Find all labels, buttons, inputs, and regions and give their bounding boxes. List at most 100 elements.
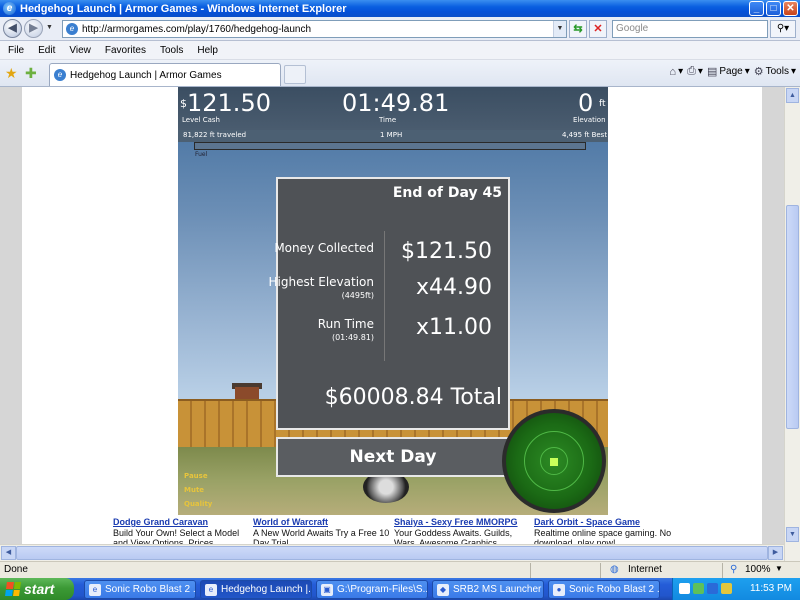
ie-icon: e [89, 583, 101, 596]
taskbar-item-srb2-2[interactable]: ● Sonic Robo Blast 2 ... [548, 580, 660, 599]
highest-elevation-label: Highest Elevation [268, 275, 374, 289]
page-menu-label: Page [719, 66, 743, 77]
pause-link[interactable]: Pause [184, 472, 208, 480]
search-icon[interactable]: ⚲▾ [770, 20, 796, 38]
scroll-up-icon[interactable]: ▲ [786, 88, 799, 103]
url-field[interactable]: e http://armorgames.com/play/1760/hedgeh… [62, 20, 567, 38]
game-hud: $ 121.50 Level Cash 01:49.81 Time 0 ft E… [178, 87, 608, 133]
time-label: Time [379, 116, 397, 124]
search-input[interactable]: Google [612, 20, 768, 38]
tray-icon[interactable] [693, 583, 704, 594]
ad-title[interactable]: Dark Orbit - Space Game [534, 517, 674, 528]
taskbar-item-srb2-1[interactable]: e Sonic Robo Blast 2 ... [84, 580, 196, 599]
print-button[interactable]: ⎙ ▾ [687, 65, 703, 78]
radar-blip [550, 458, 558, 466]
zoom-icon[interactable]: ⚲ [730, 564, 737, 575]
taskbar-item-folder[interactable]: ▣ G:\Program-Files\S... [316, 580, 428, 599]
tray-icon[interactable] [707, 583, 718, 594]
start-label: start [24, 581, 55, 597]
stop-icon[interactable]: ✕ [589, 20, 607, 38]
tools-menu-label: Tools [765, 66, 789, 77]
menu-favorites[interactable]: Favorites [105, 45, 153, 56]
horizontal-scroll-thumb[interactable] [16, 546, 768, 560]
taskbar: start e Sonic Robo Blast 2 ... e Hedgehog … [0, 578, 800, 600]
zoom-dropdown-icon[interactable]: ▼ [775, 564, 783, 573]
close-button[interactable]: ✕ [783, 1, 798, 16]
history-dropdown-icon[interactable]: ▼ [46, 24, 53, 31]
best-distance: 4,495 ft Best [562, 131, 608, 139]
level-cash-value: 121.50 [187, 89, 271, 117]
url-text: http://armorgames.com/play/1760/hedgehog… [82, 23, 312, 35]
new-tab-button[interactable] [284, 65, 306, 84]
ad-title[interactable]: Shaiya - Sexy Free MMORPG [394, 517, 534, 528]
maximize-button[interactable]: □ [766, 1, 781, 16]
menu-tools[interactable]: Tools [160, 45, 190, 56]
globe-icon: ◍ [610, 564, 619, 575]
game-canvas[interactable]: $ 121.50 Level Cash 01:49.81 Time 0 ft E… [178, 87, 608, 515]
vertical-scroll-thumb[interactable] [786, 205, 799, 429]
cash-sign: $ [180, 97, 187, 110]
page-menu-button[interactable]: ▤ Page ▾ [707, 65, 750, 78]
minimize-button[interactable]: _ [749, 1, 764, 16]
elevation-value: 0 [578, 89, 594, 117]
menu-view[interactable]: View [69, 45, 98, 56]
ad-title[interactable]: World of Warcraft [253, 517, 393, 528]
highest-elevation-value: x44.90 [415, 275, 492, 300]
add-favorite-icon[interactable]: ✚ [25, 65, 37, 82]
taskbar-label: Sonic Robo Blast 2 ... [569, 584, 660, 595]
windows-flag-icon [5, 582, 21, 596]
refresh-icon[interactable]: ⇆ [569, 20, 587, 38]
tray-icon[interactable] [721, 583, 732, 594]
status-divider [530, 563, 531, 578]
menu-help[interactable]: Help [197, 45, 225, 56]
scroll-down-icon[interactable]: ▼ [786, 527, 799, 542]
horizontal-scrollbar[interactable]: ◀ ▶ [0, 544, 784, 561]
taskbar-label: SRB2 MS Launcher [453, 584, 542, 595]
tab-favicon-icon: e [54, 69, 66, 81]
menu-file[interactable]: File [8, 45, 31, 56]
elevation-label: Elevation [573, 116, 606, 124]
taskbar-item-hedgehog[interactable]: e Hedgehog Launch |... [200, 580, 312, 599]
start-button[interactable]: start [0, 578, 74, 600]
highest-elevation-sub: (4495ft) [341, 291, 374, 300]
status-divider [722, 563, 723, 578]
app-icon: ◆ [437, 583, 449, 596]
url-dropdown-icon[interactable]: ▼ [553, 21, 566, 37]
fuel-bar [194, 142, 586, 150]
run-time-value: x11.00 [415, 315, 492, 340]
scroll-right-icon[interactable]: ▶ [768, 546, 783, 560]
home-button[interactable]: ⌂ ▾ [669, 66, 683, 78]
zoom-level[interactable]: 100% [745, 564, 771, 575]
panel-title: End of Day 45 [392, 185, 502, 201]
ad-title[interactable]: Dodge Grand Caravan [113, 517, 253, 528]
system-tray: 11:53 PM [672, 578, 800, 600]
vertical-scrollbar[interactable]: ▲ ▼ [784, 87, 800, 561]
radar-gauge [502, 409, 606, 513]
tools-menu-button[interactable]: ⚙ Tools ▾ [754, 65, 796, 78]
tab-hedgehog-launch[interactable]: e Hedgehog Launch | Armor Games [49, 63, 281, 86]
page-icon: ▤ [706, 66, 718, 78]
scroll-left-icon[interactable]: ◀ [1, 546, 16, 560]
status-text: Done [4, 564, 28, 575]
taskbar-label: G:\Program-Files\S... [337, 584, 428, 595]
sonic-icon: ● [553, 583, 565, 596]
taskbar-item-launcher[interactable]: ◆ SRB2 MS Launcher [432, 580, 544, 599]
tray-icon[interactable] [679, 583, 690, 594]
taskbar-label: Hedgehog Launch |... [221, 584, 312, 595]
quality-link[interactable]: Quality [184, 500, 212, 508]
mute-link[interactable]: Mute [184, 486, 204, 494]
distance-traveled: 81,822 ft traveled [183, 131, 247, 139]
ie-icon: e [3, 2, 16, 15]
command-bar: ⌂ ▾ ⎙ ▾ ▤ Page ▾ ⚙ Tools ▾ [669, 65, 796, 78]
time-value: 01:49.81 [342, 89, 450, 117]
favorites-star-icon[interactable]: ★ [5, 65, 18, 82]
ie-icon: e [205, 583, 217, 596]
back-button[interactable]: ◀ [3, 19, 22, 38]
next-day-button[interactable]: Next Day [276, 437, 510, 477]
address-toolbar: ◀ ▶ ▼ e http://armorgames.com/play/1760/… [0, 17, 800, 41]
forward-button[interactable]: ▶ [24, 19, 43, 38]
menu-edit[interactable]: Edit [38, 45, 62, 56]
fuel-label: Fuel [195, 151, 208, 158]
level-cash-label: Level Cash [182, 116, 220, 124]
tab-row: ★ ✚ e Hedgehog Launch | Armor Games ⌂ ▾ ⎙… [0, 60, 800, 87]
